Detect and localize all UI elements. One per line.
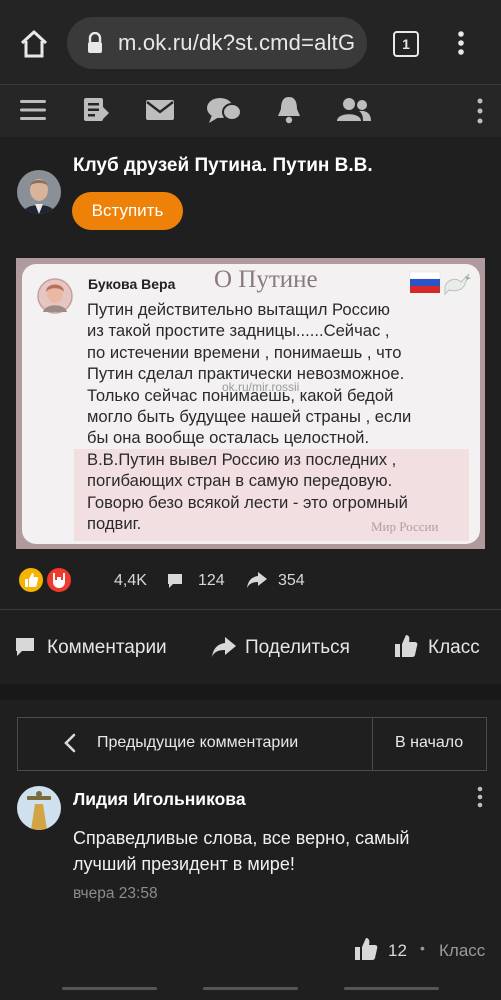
friends-icon[interactable] [337,97,371,123]
post-image-author: Букова Вера [88,276,176,292]
comment-text: Справедливые слова, все верно, самый луч… [73,828,410,874]
post-author-avatar [37,278,73,314]
feed-icon[interactable] [83,97,111,123]
more-vertical-icon[interactable] [476,786,484,808]
post-image-text: Путин действительно вытащил Россию из та… [87,300,412,534]
reactions-count: 4,4K [114,572,147,589]
post-image-watermark: ok.ru/mir.rossii [222,380,300,394]
post-image-heading: О Путине [214,266,318,293]
more-vertical-icon[interactable] [476,98,484,124]
tab-switcher-button[interactable]: 1 [393,31,419,57]
home-icon[interactable] [18,28,50,60]
divider [372,718,373,770]
reaction-like-icon[interactable] [16,565,46,595]
comment-icon[interactable] [14,636,36,658]
share-icon [247,572,267,588]
previous-comments-button[interactable]: Предыдущие комментарии [97,734,298,752]
to-start-button[interactable]: В начало [395,734,463,752]
bottom-indicator [203,987,298,990]
like-icon[interactable] [354,937,378,961]
comments-button[interactable]: Комментарии [47,637,167,659]
group-avatar[interactable] [17,170,61,214]
lock-icon [88,32,102,53]
commenter-avatar[interactable] [17,786,61,830]
russian-flag-icon [409,271,441,293]
chevron-left-icon[interactable] [63,733,77,753]
comment-like-count: 12 [388,941,407,960]
comment-timestamp: вчера 23:58 [73,885,158,902]
comment-icon [168,574,182,588]
section-separator [0,684,501,700]
divider [0,609,501,610]
bottom-indicator [62,987,157,990]
bell-icon[interactable] [276,95,302,125]
reaction-rock-icon[interactable] [44,565,74,595]
comment-author[interactable]: Лидия Игольникова [73,789,246,810]
mail-icon[interactable] [146,100,174,120]
join-button[interactable]: Вступить [72,192,183,230]
comments-count[interactable]: 124 [198,572,225,590]
post-image-signature: Мир России [371,519,439,534]
share-icon[interactable] [211,636,237,658]
share-button[interactable]: Поделиться [245,637,350,659]
comment-like-button[interactable]: Класс [439,941,485,961]
chat-icon[interactable] [206,97,242,125]
like-button[interactable]: Класс [428,637,480,659]
like-icon[interactable] [394,634,418,658]
shares-count[interactable]: 354 [278,572,305,590]
bottom-indicator [344,987,439,990]
url-text: m.ok.ru/dk?st.cmd=altG [118,30,356,55]
separator-dot: • [420,940,425,956]
dove-icon [444,273,471,296]
menu-icon[interactable] [20,98,46,122]
group-title[interactable]: Клуб друзей Путина. Путин В.В. [73,155,373,177]
ok-navigation-bar [0,85,501,137]
more-vertical-icon[interactable] [455,30,467,56]
